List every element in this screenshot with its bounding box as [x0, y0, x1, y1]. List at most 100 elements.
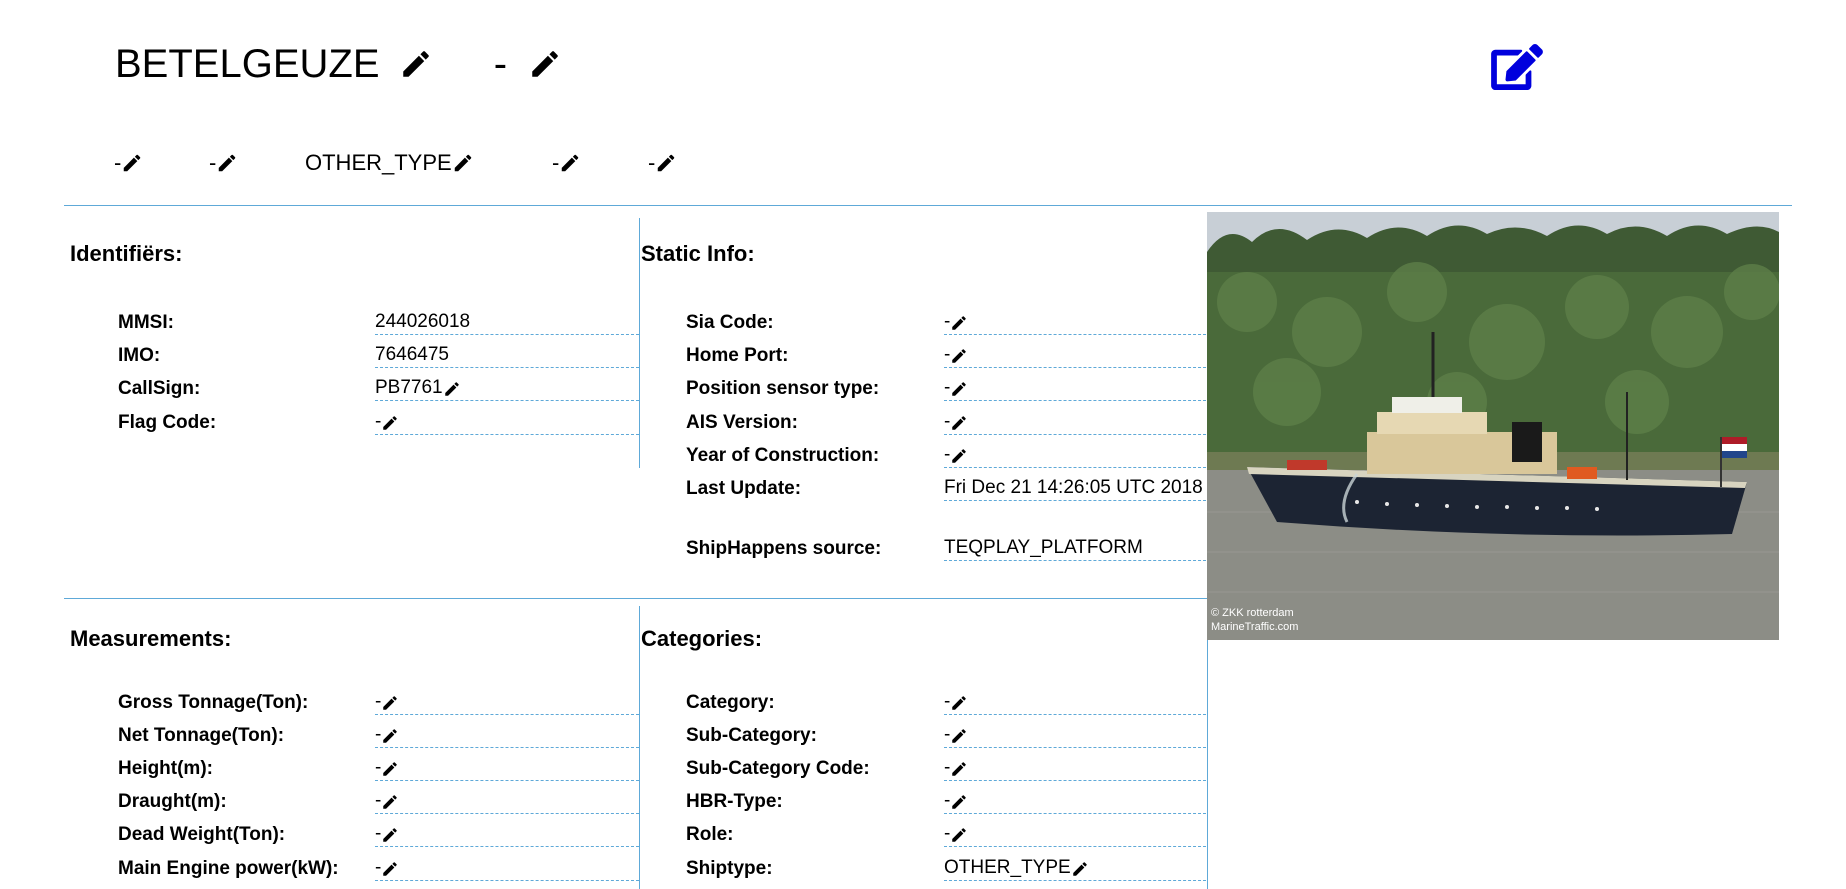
pencil-icon[interactable]: [950, 760, 968, 778]
subheader-item: -: [114, 150, 143, 176]
ship-photo: © ZKK rotterdam MarineTraffic.com: [1207, 212, 1779, 640]
measurements-title: Measurements:: [70, 626, 232, 651]
field-value-text: PB7761: [375, 377, 443, 398]
field-label: Draught(m):: [118, 791, 227, 812]
pencil-icon[interactable]: [655, 152, 677, 174]
divider: [64, 205, 1792, 206]
field-value: Fri Dec 21 14:26:05 UTC 2018: [944, 476, 1206, 501]
subheader-value: OTHER_TYPE: [305, 150, 452, 175]
field-label: Flag Code:: [118, 412, 217, 433]
pencil-icon[interactable]: [381, 694, 399, 712]
pencil-icon[interactable]: [381, 860, 399, 878]
field-label: Sub-Category Code:: [686, 758, 870, 779]
pencil-icon[interactable]: [381, 414, 399, 432]
pencil-icon[interactable]: [399, 47, 433, 81]
field-label: ShipHappens source:: [686, 538, 882, 559]
pencil-icon[interactable]: [528, 47, 562, 81]
field-label: Position sensor type:: [686, 378, 880, 399]
field-value[interactable]: -: [375, 410, 639, 435]
subheader-item: -: [648, 150, 677, 176]
pencil-icon[interactable]: [950, 380, 968, 398]
pencil-icon[interactable]: [950, 447, 968, 465]
field-value[interactable]: -: [375, 723, 639, 748]
field-label: Main Engine power(kW):: [118, 858, 339, 879]
field-label: Dead Weight(Ton):: [118, 824, 286, 845]
pencil-icon[interactable]: [950, 347, 968, 365]
pencil-icon[interactable]: [950, 414, 968, 432]
field-value[interactable]: OTHER_TYPE: [944, 856, 1206, 881]
pencil-icon[interactable]: [950, 694, 968, 712]
field-value[interactable]: -: [944, 756, 1206, 781]
field-label: Last Update:: [686, 478, 802, 499]
pencil-icon[interactable]: [381, 760, 399, 778]
field-value[interactable]: -: [944, 822, 1206, 847]
pencil-icon[interactable]: [950, 793, 968, 811]
photo-credit-2: MarineTraffic.com: [1211, 621, 1298, 633]
field-label: Year of Construction:: [686, 445, 880, 466]
field-value[interactable]: -: [375, 690, 639, 715]
field-value[interactable]: -: [375, 856, 639, 881]
field-label: Role:: [686, 824, 734, 845]
edit-square-icon[interactable]: [1490, 44, 1544, 90]
field-value[interactable]: -: [944, 443, 1206, 468]
field-value[interactable]: -: [944, 343, 1206, 368]
field-value[interactable]: -: [944, 376, 1206, 401]
field-label: Shiptype:: [686, 858, 773, 879]
pencil-icon[interactable]: [381, 826, 399, 844]
field-label: IMO:: [118, 345, 161, 366]
divider: [64, 598, 1208, 599]
divider: [639, 218, 640, 468]
field-label: HBR-Type:: [686, 791, 783, 812]
pencil-icon[interactable]: [950, 314, 968, 332]
categories-title: Categories:: [641, 626, 763, 651]
pencil-icon[interactable]: [381, 727, 399, 745]
field-value[interactable]: -: [944, 410, 1206, 435]
static-info-title: Static Info:: [641, 241, 755, 266]
field-label: AIS Version:: [686, 412, 798, 433]
field-label: Height(m):: [118, 758, 213, 779]
field-value[interactable]: -: [944, 723, 1206, 748]
photo-credit-1: © ZKK rotterdam: [1211, 607, 1294, 619]
pencil-icon[interactable]: [443, 380, 461, 398]
divider: [639, 606, 640, 889]
field-value[interactable]: -: [375, 822, 639, 847]
field-label: Sia Code:: [686, 312, 774, 333]
field-value-text: 7646475: [375, 344, 449, 365]
pencil-icon[interactable]: [381, 793, 399, 811]
field-value[interactable]: -: [375, 756, 639, 781]
pencil-icon[interactable]: [452, 152, 474, 174]
subheader-value: -: [114, 150, 122, 175]
field-value-text: OTHER_TYPE: [944, 857, 1071, 878]
field-value: 7646475: [375, 343, 639, 368]
field-label: Home Port:: [686, 345, 789, 366]
field-value[interactable]: PB7761: [375, 376, 639, 401]
page-title: BETELGEUZE -: [115, 40, 562, 86]
field-value: TEQPLAY_PLATFORM: [944, 536, 1206, 561]
pencil-icon[interactable]: [216, 152, 238, 174]
field-value[interactable]: -: [944, 789, 1206, 814]
field-label: MMSI:: [118, 312, 174, 333]
field-value[interactable]: -: [375, 789, 639, 814]
subheader-value: -: [209, 150, 217, 175]
field-value[interactable]: -: [944, 690, 1206, 715]
subheader-value: -: [648, 150, 656, 175]
divider: [1207, 606, 1208, 889]
field-value-text: 244026018: [375, 311, 471, 332]
subheader-value: -: [552, 150, 560, 175]
pencil-icon[interactable]: [559, 152, 581, 174]
subheader-row: - - OTHER_TYPE - -: [0, 150, 800, 180]
field-value-text: Fri Dec 21 14:26:05 UTC 2018: [944, 477, 1203, 498]
ship-name-suffix: -: [493, 42, 508, 87]
ship-image: © ZKK rotterdam MarineTraffic.com: [1207, 212, 1779, 640]
field-value-text: TEQPLAY_PLATFORM: [944, 537, 1143, 558]
pencil-icon[interactable]: [121, 152, 143, 174]
field-label: CallSign:: [118, 378, 201, 399]
pencil-icon[interactable]: [1071, 860, 1089, 878]
pencil-icon[interactable]: [950, 826, 968, 844]
pencil-icon[interactable]: [950, 727, 968, 745]
field-label: Sub-Category:: [686, 725, 817, 746]
field-label: Category:: [686, 692, 775, 713]
field-value[interactable]: -: [944, 310, 1206, 335]
field-label: Gross Tonnage(Ton):: [118, 692, 309, 713]
ship-name: BETELGEUZE: [115, 42, 380, 87]
